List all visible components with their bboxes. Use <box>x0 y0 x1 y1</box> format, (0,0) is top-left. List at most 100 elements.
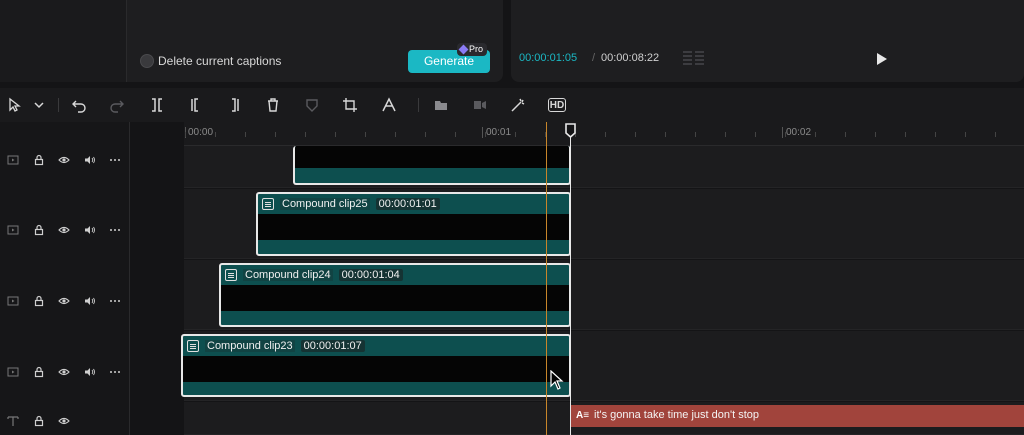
diamond-icon <box>458 44 469 55</box>
ruler-minor-tick <box>725 132 726 137</box>
eye-icon[interactable] <box>57 415 71 427</box>
video-track-icon[interactable] <box>6 295 20 307</box>
text-track-icon[interactable] <box>6 415 20 427</box>
compound-clip-icon <box>225 269 237 281</box>
total-timecode: 00:00:08:22 <box>601 52 660 64</box>
clip-duration: 00:00:01:07 <box>300 340 365 352</box>
compound-clip-icon <box>187 340 199 352</box>
video-clip-partial[interactable] <box>293 146 571 185</box>
lock-icon[interactable] <box>32 295 46 307</box>
auto-reframe-icon[interactable] <box>380 96 398 114</box>
marker-line <box>546 122 547 435</box>
ruler-minor-tick <box>875 132 876 137</box>
ruler-tick <box>482 127 483 138</box>
ruler-minor-tick <box>245 132 246 137</box>
ruler-tick <box>782 127 783 138</box>
pro-badge: Pro <box>457 43 488 56</box>
video-track-icon[interactable] <box>6 224 20 236</box>
timeline-ruler[interactable] <box>184 122 1024 146</box>
pro-label: Pro <box>469 44 484 54</box>
ruler-minor-tick <box>785 132 786 137</box>
chevron-down-icon[interactable] <box>30 96 48 114</box>
ruler-minor-tick <box>515 132 516 137</box>
crop-icon[interactable] <box>341 96 359 114</box>
ruler-minor-tick <box>365 132 366 137</box>
current-timecode: 00:00:01:05 <box>519 52 578 64</box>
ruler-minor-tick <box>665 132 666 137</box>
ruler-label-2: 00:02 <box>786 127 812 138</box>
more-options-icon[interactable] <box>108 366 122 378</box>
toolbar-divider <box>58 98 59 112</box>
eye-icon[interactable] <box>57 154 71 166</box>
captions-panel-sidebar <box>0 0 127 82</box>
video-clip[interactable]: Compound clip23 00:00:01:07 <box>181 334 571 397</box>
ruler-minor-tick <box>305 132 306 137</box>
video-clip[interactable]: Compound clip24 00:00:01:04 <box>219 263 571 327</box>
playhead-handle-icon[interactable] <box>565 123 576 138</box>
ruler-minor-tick <box>695 132 696 137</box>
ruler-minor-tick <box>185 132 186 137</box>
clip-name: Compound clip25 <box>280 198 370 210</box>
lock-icon[interactable] <box>32 154 46 166</box>
ruler-minor-tick <box>395 132 396 137</box>
trash-icon[interactable] <box>264 96 282 114</box>
ruler-minor-tick <box>935 132 936 137</box>
clip-name: Compound clip24 <box>243 269 333 281</box>
ruler-minor-tick <box>755 132 756 137</box>
lock-icon[interactable] <box>32 224 46 236</box>
ruler-label-0: 00:00 <box>188 127 214 138</box>
eye-icon[interactable] <box>57 366 71 378</box>
clip-duration: 00:00:01:04 <box>338 269 403 281</box>
clip-name: Compound clip23 <box>205 340 295 352</box>
lock-icon[interactable] <box>32 415 46 427</box>
track-spacer <box>130 146 184 435</box>
ruler-label-1: 00:01 <box>486 127 512 138</box>
delete-right-icon[interactable] <box>225 96 243 114</box>
lock-icon[interactable] <box>32 366 46 378</box>
delete-captions-checkbox[interactable] <box>140 54 154 68</box>
eye-icon[interactable] <box>57 295 71 307</box>
ruler-minor-tick <box>335 132 336 137</box>
timecode-grid-icon[interactable] <box>683 50 705 66</box>
video-track-icon[interactable] <box>6 154 20 166</box>
timecode-separator: / <box>592 52 596 64</box>
ruler-minor-tick <box>425 132 426 137</box>
video-clip[interactable]: Compound clip25 00:00:01:01 <box>256 192 571 256</box>
play-icon[interactable] <box>876 52 888 66</box>
redo-icon[interactable] <box>108 96 126 114</box>
delete-left-icon[interactable] <box>187 96 205 114</box>
ruler-minor-tick <box>605 132 606 137</box>
eye-icon[interactable] <box>57 224 71 236</box>
split-icon[interactable] <box>148 96 166 114</box>
more-options-icon[interactable] <box>108 154 122 166</box>
hd-icon[interactable]: HD <box>548 98 566 112</box>
ruler-minor-tick <box>485 132 486 137</box>
audio-icon[interactable] <box>83 224 97 236</box>
ruler-minor-tick <box>845 132 846 137</box>
video-track-icon[interactable] <box>6 366 20 378</box>
playhead-line[interactable] <box>570 132 571 435</box>
audio-icon[interactable] <box>83 295 97 307</box>
clip-thumbnails <box>295 146 569 168</box>
caption-text: it's gonna take time just don't stop <box>594 409 760 421</box>
compound-clip-icon <box>262 198 274 210</box>
more-options-icon[interactable] <box>108 295 122 307</box>
audio-icon[interactable] <box>83 366 97 378</box>
ruler-minor-tick <box>965 132 966 137</box>
ruler-minor-tick <box>905 132 906 137</box>
magic-wand-icon[interactable] <box>509 96 527 114</box>
mouse-cursor-icon <box>550 370 564 390</box>
undo-icon[interactable] <box>70 96 88 114</box>
audio-icon[interactable] <box>83 154 97 166</box>
more-options-icon[interactable] <box>108 224 122 236</box>
ruler-minor-tick <box>215 132 216 137</box>
clip-thumbnails <box>183 356 569 382</box>
ruler-minor-tick <box>275 132 276 137</box>
freeze-frame-icon[interactable] <box>471 96 489 114</box>
player-panel <box>511 0 1024 82</box>
add-media-icon[interactable] <box>432 96 450 114</box>
shield-icon[interactable] <box>303 96 321 114</box>
ruler-minor-tick <box>455 132 456 137</box>
clip-thumbnails <box>258 214 569 240</box>
select-cursor-icon[interactable] <box>6 96 24 114</box>
